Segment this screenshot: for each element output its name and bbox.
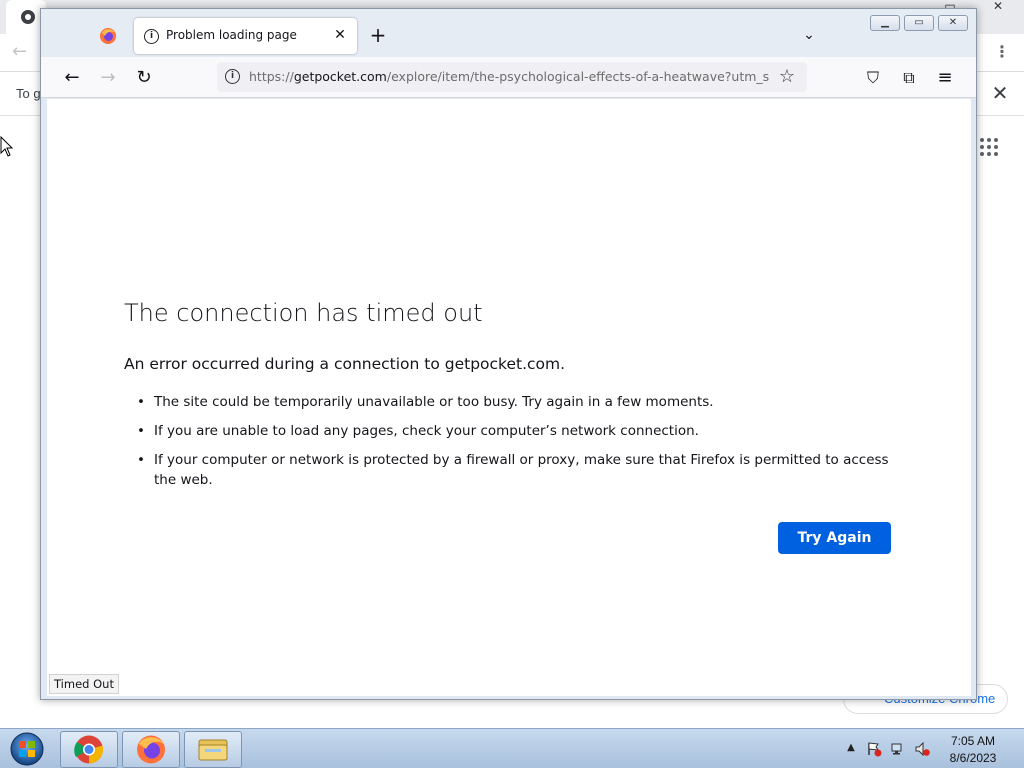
status-bar-label: Timed Out	[49, 674, 119, 694]
close-tab-icon[interactable]: ✕	[331, 26, 349, 44]
info-icon: i	[144, 29, 159, 44]
chrome-favicon-icon	[21, 10, 35, 24]
chrome-close-button[interactable]: ✕	[976, 0, 1020, 14]
url-path: /explore/item/the-psychological-effects-…	[386, 69, 769, 84]
windows-start-icon[interactable]	[6, 731, 48, 767]
forward-button[interactable]: →	[97, 67, 119, 89]
list-item: If your computer or network is protected…	[137, 450, 897, 490]
pocket-icon[interactable]: ⛉	[862, 67, 884, 89]
restore-icon: ▭	[914, 17, 924, 28]
action-center-flag-icon[interactable]	[866, 741, 882, 757]
tab-title: Problem loading page	[166, 28, 297, 42]
minimize-button[interactable]: ▁	[870, 15, 900, 31]
chrome-icon	[74, 735, 104, 764]
url-host: getpocket.com	[293, 69, 387, 84]
firefox-tab-bar: i Problem loading page ✕ + ⌄ ▁ ▭ ✕	[41, 9, 976, 57]
back-button[interactable]: ←	[61, 67, 83, 89]
tab-problem-loading-page[interactable]: i Problem loading page ✕	[134, 18, 357, 54]
clock-time[interactable]: 7:05 AM	[944, 734, 1002, 748]
reload-button[interactable]: ↻	[133, 67, 155, 89]
chrome-infobar-close-icon[interactable]: ✕	[990, 82, 1010, 104]
try-again-button[interactable]: Try Again	[778, 522, 891, 554]
page-content: The connection has timed out An error oc…	[47, 99, 971, 696]
file-explorer-icon	[198, 739, 228, 761]
apps-grid-icon[interactable]	[980, 138, 1000, 158]
extensions-icon[interactable]: ⧉	[898, 67, 920, 89]
firefox-window-controls: ▁ ▭ ✕	[870, 15, 970, 33]
taskbar: ▲ 7:05 AM 8/6/2023	[0, 728, 1024, 768]
close-window-button[interactable]: ✕	[938, 15, 968, 31]
url-scheme: https://	[249, 69, 294, 84]
firefox-nav-bar: ← → ↻ i https://getpocket.com/explore/it…	[41, 57, 976, 98]
url-bar[interactable]: i https://getpocket.com/explore/item/the…	[217, 62, 807, 92]
taskbar-firefox-button[interactable]	[122, 731, 180, 768]
error-suggestion-list: The site could be temporarily unavailabl…	[137, 392, 897, 499]
error-subtitle: An error occurred during a connection to…	[124, 355, 566, 373]
app-menu-icon[interactable]: ≡	[934, 67, 956, 89]
taskbar-file-explorer-button[interactable]	[184, 731, 242, 768]
chrome-back-icon[interactable]: ←	[12, 42, 32, 62]
volume-muted-icon[interactable]	[914, 741, 930, 757]
minimize-icon: ▁	[881, 17, 889, 28]
chrome-menu-icon[interactable]: ⋮	[994, 42, 1010, 62]
firefox-logo-icon[interactable]	[99, 27, 117, 45]
list-item: The site could be temporarily unavailabl…	[137, 392, 897, 412]
chrome-infobar-text: To g	[16, 86, 41, 101]
bookmark-star-icon[interactable]: ☆	[776, 66, 798, 88]
show-hidden-icons-button[interactable]: ▲	[845, 743, 857, 753]
taskbar-chrome-button[interactable]	[60, 731, 118, 768]
new-tab-button[interactable]: +	[368, 25, 388, 45]
restore-button[interactable]: ▭	[904, 15, 934, 31]
tab-list-chevron-icon[interactable]: ⌄	[801, 27, 817, 43]
site-info-icon[interactable]: i	[225, 69, 240, 84]
firefox-icon	[137, 735, 165, 764]
close-icon: ✕	[948, 17, 958, 28]
error-title: The connection has timed out	[124, 299, 483, 327]
url-text[interactable]: https://getpocket.com/explore/item/the-p…	[249, 69, 769, 84]
clock-date[interactable]: 8/6/2023	[944, 751, 1002, 765]
firefox-window: i Problem loading page ✕ + ⌄ ▁ ▭ ✕ ← → ↻…	[40, 8, 977, 700]
mouse-cursor-icon	[0, 136, 14, 157]
network-icon[interactable]	[890, 741, 906, 757]
list-item: If you are unable to load any pages, che…	[137, 421, 897, 441]
